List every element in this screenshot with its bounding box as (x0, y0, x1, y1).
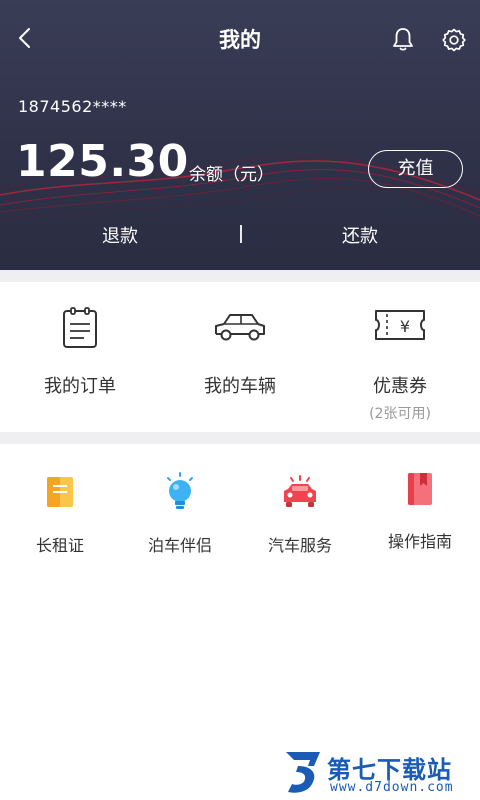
top-bar: 我的 (0, 0, 480, 78)
svg-text:¥: ¥ (400, 317, 410, 336)
gear-icon[interactable] (440, 26, 468, 54)
section-gap (0, 270, 480, 282)
phone-number: 1874562**** (18, 97, 127, 116)
my-vehicles-item[interactable]: 我的车辆 (160, 282, 320, 432)
car-service-icon (284, 475, 316, 507)
services-grid: 长租证 泊车伴侣 汽车服务 操作指南 (0, 444, 480, 800)
account-header: 我的 1874562**** 125.30 余额（元） 充值 退款 还款 (0, 0, 480, 270)
long-term-permit-item[interactable]: 长租证 (0, 444, 120, 564)
repay-button[interactable]: 还款 (240, 222, 480, 248)
balance-amount: 125.30 (16, 136, 189, 187)
user-guide-item[interactable]: 操作指南 (360, 444, 480, 564)
balance-label: 余额（元） (189, 165, 274, 185)
section-gap (0, 432, 480, 444)
coupons-item[interactable]: ¥ 优惠券 (2张可用) (320, 282, 480, 432)
coupons-label: 优惠券 (373, 376, 427, 397)
car-outline-icon (215, 314, 265, 341)
my-orders-item[interactable]: 我的订单 (0, 282, 160, 432)
refund-button[interactable]: 退款 (0, 222, 240, 248)
long-term-permit-label: 长租证 (35, 536, 84, 555)
user-guide-label: 操作指南 (387, 532, 452, 551)
car-service-label: 汽车服务 (267, 536, 332, 555)
lightbulb-icon (167, 472, 193, 509)
recharge-button[interactable]: 充值 (368, 150, 463, 188)
parking-companion-label: 泊车伴侣 (147, 536, 212, 555)
bell-icon[interactable] (390, 26, 416, 52)
my-orders-label: 我的订单 (44, 376, 116, 397)
permit-icon (47, 477, 73, 507)
clipboard-icon (63, 307, 97, 348)
watermark-url: www.d7down.com (330, 780, 454, 795)
guide-book-icon (408, 473, 432, 505)
car-service-item[interactable]: 汽车服务 (240, 444, 360, 564)
coupons-available-count: (2张可用) (369, 406, 431, 422)
quick-menu: 我的订单 我的车辆 ¥ 优惠券 (2张可用) (0, 282, 480, 432)
parking-companion-item[interactable]: 泊车伴侣 (120, 444, 240, 564)
coupon-icon: ¥ (375, 310, 425, 340)
my-vehicles-label: 我的车辆 (204, 376, 276, 397)
